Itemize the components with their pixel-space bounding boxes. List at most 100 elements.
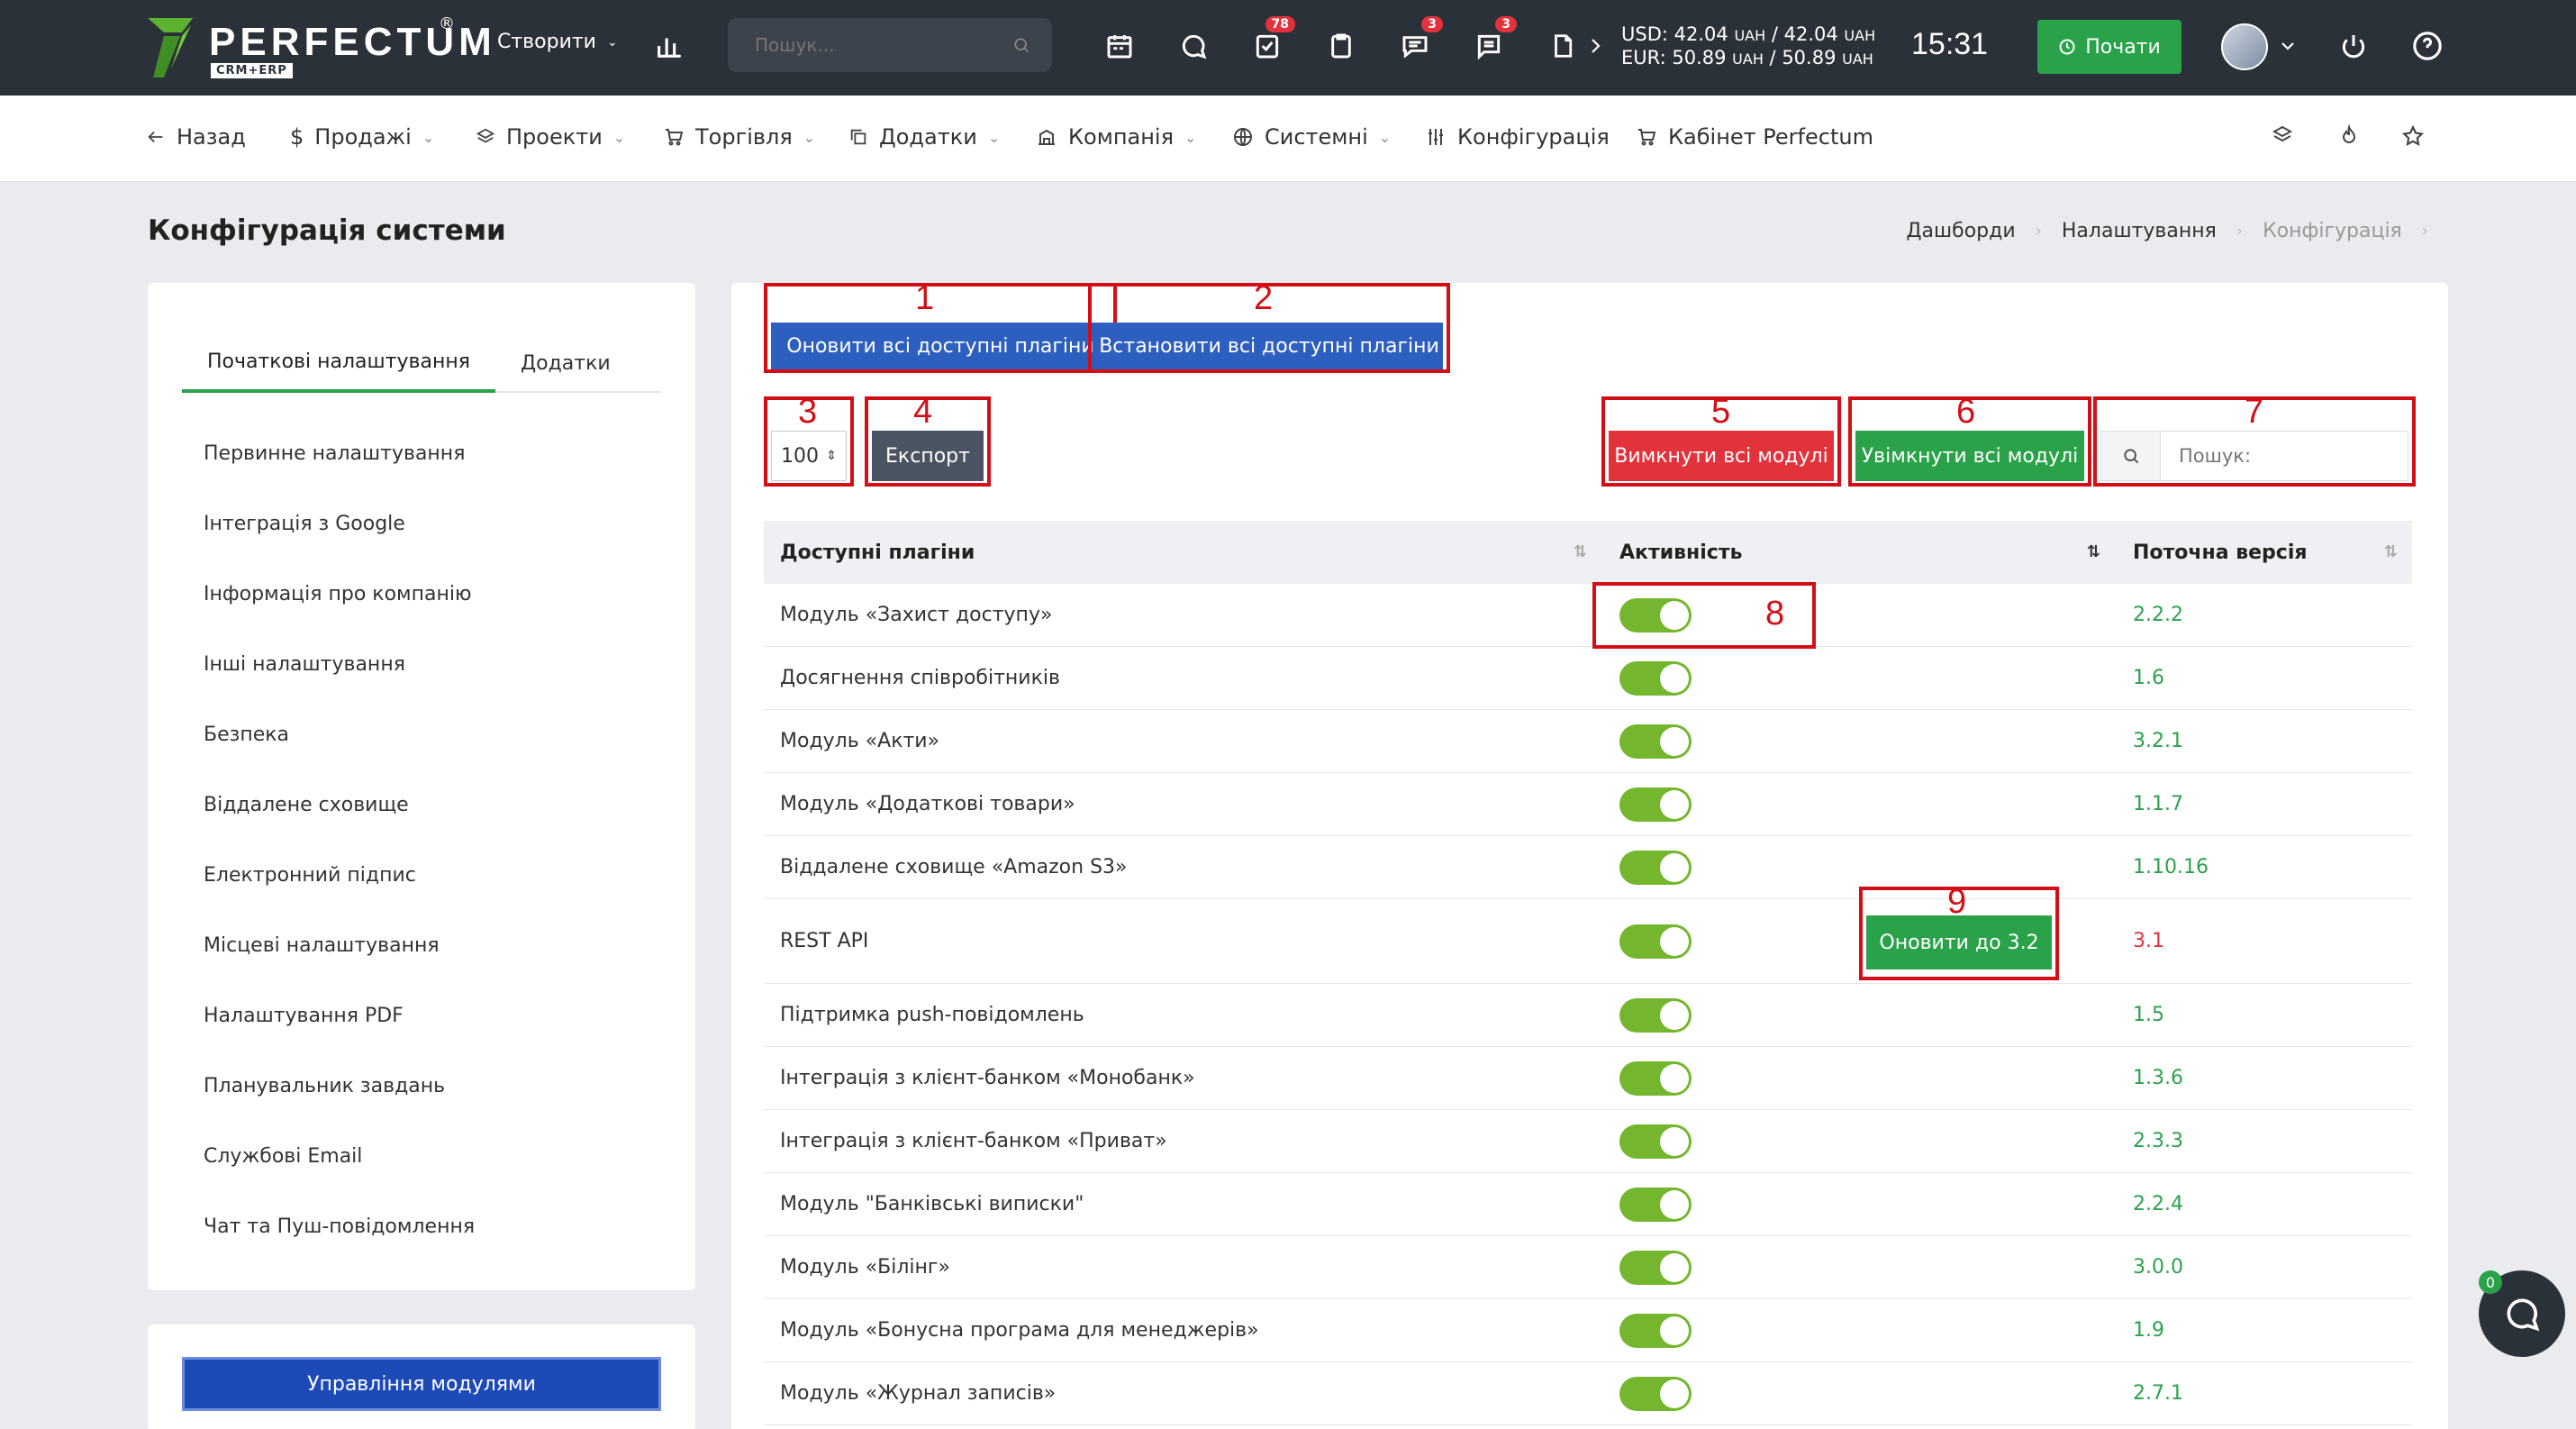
table-row: Модуль «Журнал записів» 2.7.1	[764, 1362, 2412, 1425]
messages-icon[interactable]: 3	[1470, 16, 1517, 65]
sliders-icon	[1429, 129, 1443, 145]
logo-registered: ®	[439, 14, 455, 33]
module-toggle[interactable]	[1619, 850, 1692, 885]
nav-sales[interactable]: $ Продажі ⌄	[290, 124, 434, 150]
chevron-down-icon: ⌄	[1378, 128, 1392, 146]
module-toggle[interactable]	[1619, 1376, 1692, 1411]
disable-all-modules-button[interactable]: Вимкнути всі модулі	[1609, 431, 1834, 481]
sidebar-item-pdf[interactable]: Налаштування PDF	[204, 980, 475, 1051]
sort-arrows-icon: ⇕	[826, 449, 837, 463]
plugin-version: 1.6	[2133, 667, 2164, 689]
comments-icon[interactable]: 3	[1396, 16, 1443, 65]
table-row: Інтеграція з клієнт-банком «Приват» 2.3.…	[764, 1110, 2412, 1173]
col-activity[interactable]: Активність ⇅	[1601, 521, 2115, 584]
plugin-version: 1.10.16	[2133, 856, 2209, 878]
nav-configuration[interactable]: Конфігурація	[1425, 124, 1610, 150]
sidebar-item-service-email[interactable]: Службові Email	[204, 1121, 475, 1191]
fire-icon[interactable]	[2338, 124, 2360, 146]
module-toggle[interactable]	[1619, 924, 1692, 959]
chat-bubble-icon[interactable]	[1175, 27, 1212, 65]
page-title: Конфігурація системи	[148, 214, 506, 247]
module-toggle[interactable]	[1619, 1313, 1692, 1348]
plugin-version: 2.2.4	[2133, 1193, 2183, 1215]
page-size-select[interactable]: 100 ⇕	[771, 431, 847, 481]
nav-cabinet[interactable]: Кабінет Perfectum	[1636, 124, 1873, 150]
avatar[interactable]	[2221, 23, 2268, 70]
module-toggle[interactable]	[1619, 724, 1692, 759]
help-icon[interactable]	[2408, 27, 2446, 65]
sidebar-item-remote-storage[interactable]: Віддалене сховище	[204, 769, 475, 840]
col-available-plugins[interactable]: Доступні плагіни ⇅	[764, 521, 1601, 584]
nav-addons[interactable]: Додатки ⌄	[848, 124, 1000, 150]
module-toggle[interactable]	[1619, 1250, 1692, 1285]
eur-rate: EUR: 50.89 UAH / 50.89 UAH	[1621, 47, 1873, 68]
col-current-version[interactable]: Поточна версія ⇅	[2115, 521, 2412, 584]
nav-system[interactable]: Системні ⌄	[1232, 124, 1391, 150]
clipboard-icon[interactable]	[1322, 27, 1360, 65]
plugin-name: Модуль «Білінг»	[780, 1256, 950, 1279]
nav-company[interactable]: Компанія ⌄	[1036, 124, 1196, 150]
plugin-version: 1.1.7	[2133, 793, 2183, 815]
module-toggle[interactable]	[1619, 787, 1692, 822]
plugin-version: 2.3.3	[2133, 1130, 2183, 1152]
module-toggle[interactable]	[1619, 660, 1692, 696]
stats-icon[interactable]	[650, 27, 688, 65]
clock: 15:31	[1911, 27, 1989, 61]
chevron-right-icon[interactable]	[1587, 27, 1605, 65]
nav-trade[interactable]: Торгівля ⌄	[663, 124, 815, 150]
start-timer-button[interactable]: Почати	[2037, 20, 2181, 74]
install-all-plugins-button[interactable]: Встановити всі доступні плагіни	[1095, 323, 1443, 369]
plugins-search-input[interactable]	[2161, 432, 2404, 480]
enable-all-modules-button[interactable]: Увімкнути всі модулі	[1855, 431, 2084, 481]
sidebar-item-security[interactable]: Безпека	[204, 699, 475, 769]
tab-addons[interactable]: Додатки	[495, 333, 636, 393]
chevron-down-icon[interactable]	[2277, 27, 2299, 65]
annotation-number-9: 9	[1947, 883, 1967, 921]
module-toggle[interactable]	[1619, 1124, 1692, 1159]
module-toggle[interactable]	[1619, 997, 1692, 1033]
sidebar-item-chat-push[interactable]: Чат та Пуш-повідомлення	[204, 1191, 475, 1261]
document-icon[interactable]	[1544, 27, 1582, 65]
calendar-icon[interactable]	[1101, 27, 1138, 65]
chevron-right-icon: ›	[2421, 222, 2428, 241]
sidebar-item-initial-setup[interactable]: Первинне налаштування	[204, 418, 475, 488]
sidebar-item-company-info[interactable]: Інформація про компанію	[204, 559, 475, 629]
currency-rates: USD: 42.04 UAH / 42.04 UAH EUR: 50.89 UA…	[1621, 23, 1875, 70]
star-icon[interactable]	[2401, 124, 2425, 148]
settings-menu: Первинне налаштування Інтеграція з Googl…	[204, 418, 475, 1261]
breadcrumb-dashboards[interactable]: Дашборди	[1906, 220, 2015, 242]
tab-initial-settings[interactable]: Початкові налаштування	[182, 333, 495, 393]
plugins-search[interactable]	[2100, 431, 2408, 481]
manage-modules-button[interactable]: Управління модулями	[182, 1357, 661, 1411]
breadcrumb-settings[interactable]: Налаштування	[2062, 220, 2217, 242]
module-toggle[interactable]	[1619, 1187, 1692, 1222]
plugin-name: Інтеграція з клієнт-банком «Приват»	[780, 1130, 1167, 1152]
logo-subtitle: CRM+ERP	[211, 63, 293, 78]
sidebar-item-e-signature[interactable]: Електронний підпис	[204, 840, 475, 910]
create-dropdown[interactable]: Створити ⌄	[497, 31, 618, 53]
support-chat-button[interactable]: 0	[2479, 1270, 2565, 1357]
plugin-version: 2.7.1	[2133, 1382, 2183, 1405]
tasks-icon[interactable]: 78	[1248, 16, 1295, 65]
global-search-input[interactable]	[755, 34, 989, 56]
plugin-name: Модуль "Банківські виписки"	[780, 1193, 1084, 1215]
sidebar-item-other-settings[interactable]: Інші налаштування	[204, 629, 475, 699]
sort-icon: ⇅	[2383, 542, 2398, 561]
sidebar-item-google[interactable]: Інтеграція з Google	[204, 488, 475, 559]
global-search[interactable]	[728, 18, 1052, 72]
table-row: Модуль «Додаткові товари» 1.1.7	[764, 773, 2412, 836]
activity-cell	[1601, 1362, 2115, 1424]
annotation-number-5: 5	[1711, 393, 1731, 431]
power-icon[interactable]	[2335, 27, 2372, 65]
update-all-plugins-button[interactable]: Оновити всі доступні плагіни	[771, 323, 1110, 369]
chevron-down-icon: ⌄	[1184, 128, 1197, 146]
layers-toggle-icon[interactable]	[2272, 124, 2293, 146]
nav-projects[interactable]: Проекти ⌄	[476, 124, 625, 150]
annotation-number-2: 2	[1254, 279, 1274, 317]
nav-back[interactable]: Назад	[146, 124, 246, 150]
sidebar-item-local-settings[interactable]: Місцеві налаштування	[204, 910, 475, 980]
activity-cell	[1601, 773, 2115, 835]
export-button[interactable]: Експорт	[872, 431, 984, 481]
module-toggle[interactable]	[1619, 1060, 1692, 1096]
sidebar-item-scheduler[interactable]: Планувальник завдань	[204, 1051, 475, 1121]
